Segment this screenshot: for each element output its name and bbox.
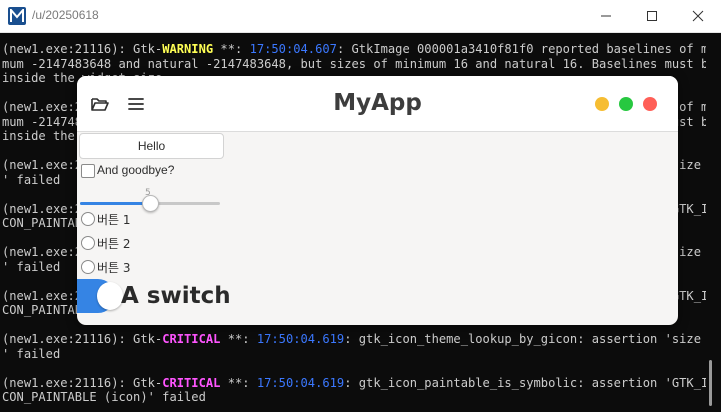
terminal-line-prefix: (new1.exe:21116): Gtk- xyxy=(2,42,163,56)
app-logo-icon xyxy=(8,7,26,25)
terminal-line: (new1.exe:21116): Gtk-WARNING **: 17:50:… xyxy=(2,42,706,57)
terminal-line-prefix: (new1.exe:21116): Gtk- xyxy=(2,375,163,390)
app-close-button[interactable] xyxy=(643,97,657,111)
radio-indicator[interactable] xyxy=(81,212,95,226)
radio-label: 버튼 3 xyxy=(97,261,131,275)
myapp-window: MyApp Hello And goodbye? 5 버튼 1 버튼 2 버튼 … xyxy=(77,76,678,325)
slider-fill xyxy=(80,202,150,205)
minimize-button[interactable] xyxy=(583,0,629,32)
radio-label: 버튼 1 xyxy=(97,213,131,227)
app-minimize-button[interactable] xyxy=(595,97,609,111)
goodbye-checkbox[interactable] xyxy=(81,164,95,178)
switch-label: A switch xyxy=(121,283,231,309)
header-bar: MyApp xyxy=(77,76,678,132)
toggle-switch[interactable] xyxy=(77,279,123,313)
window-title: /u/20250618 xyxy=(32,8,99,22)
terminal-line: CON_PAINTABLE (icon)' failed xyxy=(2,390,206,404)
close-button[interactable] xyxy=(675,0,721,32)
terminal-line-mid: **: xyxy=(220,332,257,346)
minimize-icon xyxy=(601,15,611,17)
terminal-line-level: CRITICAL xyxy=(162,332,221,346)
app-title: MyApp xyxy=(333,90,422,116)
terminal-line: mum -2147483648 and natural -2147483648,… xyxy=(2,56,706,71)
terminal-line-prefix: (new1.exe:21116): Gtk- xyxy=(2,332,163,346)
radio-indicator[interactable] xyxy=(81,260,95,274)
terminal-line-time: 17:50:04.619 xyxy=(256,375,345,390)
slider-handle[interactable] xyxy=(142,195,159,212)
terminal-line-time: 17:50:04.619 xyxy=(256,332,345,346)
terminal-line-rest: : GtkImage 000001a3410f81f0 reported bas… xyxy=(336,42,706,56)
switch-knob xyxy=(97,282,123,310)
maximize-icon xyxy=(647,11,657,21)
terminal-line-mid: **: xyxy=(213,42,250,56)
terminal-titlebar[interactable]: /u/20250618 xyxy=(0,0,721,33)
hello-button[interactable]: Hello xyxy=(79,133,224,159)
terminal-line-time: 17:50:04.607 xyxy=(249,42,337,56)
radio-label: 버튼 2 xyxy=(97,237,131,251)
radio-indicator[interactable] xyxy=(81,236,95,250)
terminal-line: (new1.exe:21116): Gtk-CRITICAL **: 17:50… xyxy=(2,376,706,391)
app-maximize-button[interactable] xyxy=(619,97,633,111)
terminal-scrollbar[interactable] xyxy=(709,360,712,406)
terminal-line-level: CRITICAL xyxy=(162,375,221,390)
terminal-line-mid: **: xyxy=(220,375,257,390)
terminal-line: ' failed xyxy=(2,346,61,361)
terminal-line: (new1.exe:21116): Gtk-CRITICAL **: 17:50… xyxy=(2,332,706,347)
terminal-line-level: WARNING xyxy=(162,42,214,56)
terminal-line-rest: : gtk_icon_paintable_is_symbolic: assert… xyxy=(344,375,706,390)
terminal-line-rest: : gtk_icon_theme_lookup_by_gicon: assert… xyxy=(344,332,706,346)
maximize-button[interactable] xyxy=(629,0,675,32)
goodbye-checkbox-label: And goodbye? xyxy=(97,163,175,177)
close-icon xyxy=(692,10,704,22)
